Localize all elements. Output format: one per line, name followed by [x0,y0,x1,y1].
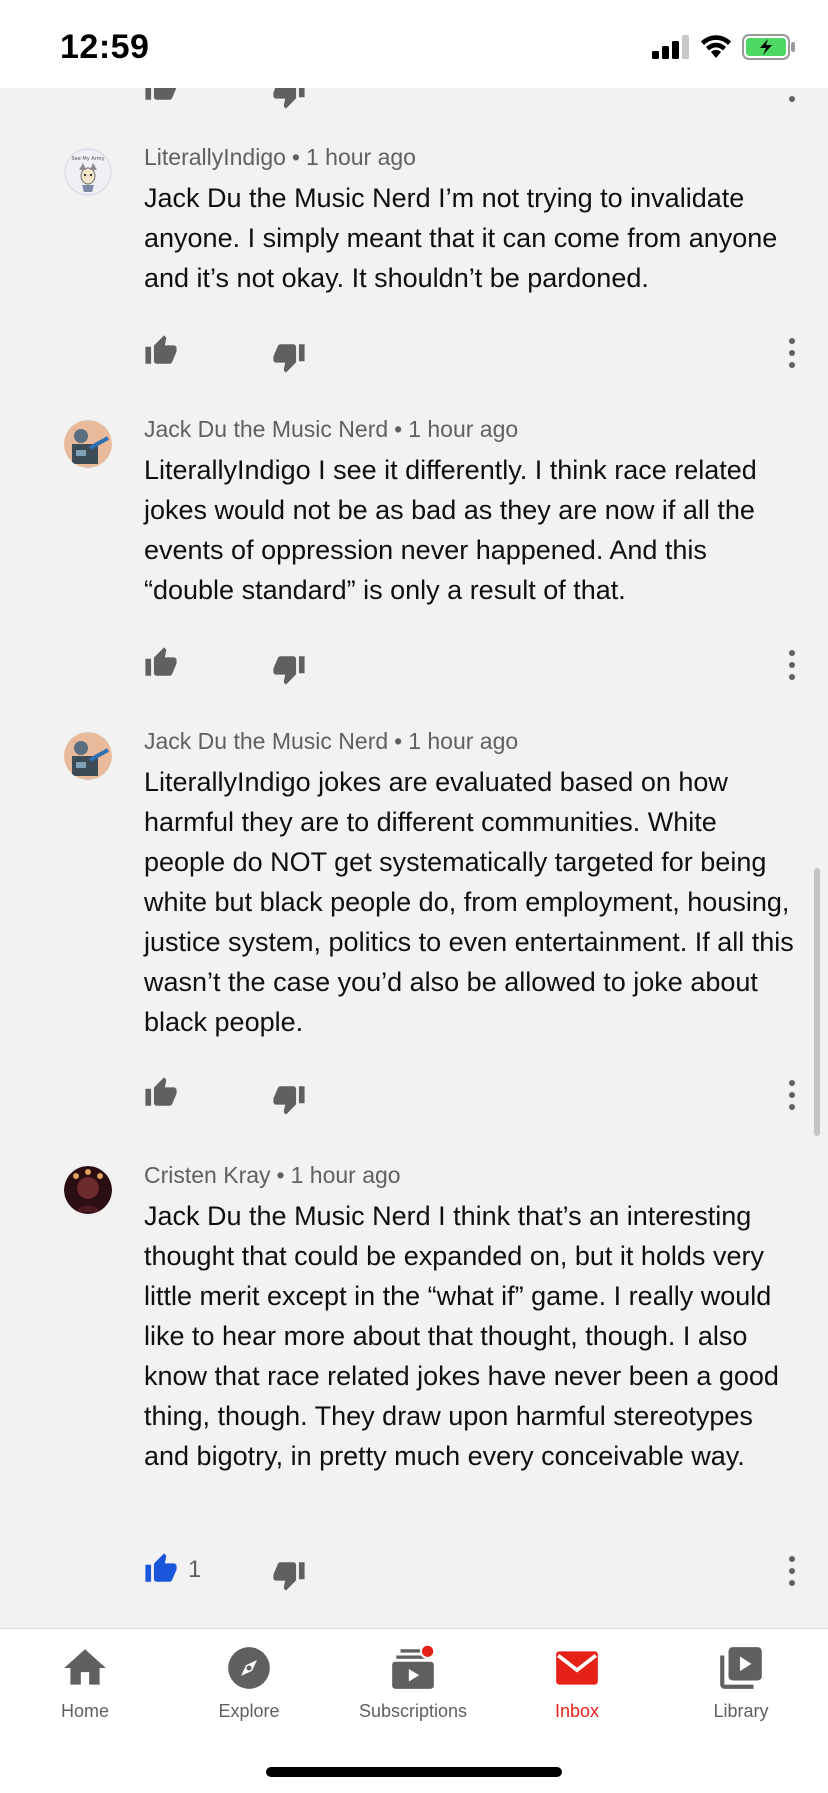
nav-inbox[interactable]: Inbox [502,1643,652,1722]
avatar-image-icon [64,420,112,468]
like-icon[interactable] [144,1076,178,1110]
avatar-image-icon [64,732,112,780]
scrollbar[interactable] [814,868,820,1136]
status-icons [652,34,796,60]
nav-label: Explore [218,1701,280,1721]
like-count: 1 [188,1556,202,1583]
previous-comment-actions [0,88,828,110]
more-options-icon[interactable] [780,88,804,106]
meta-separator: • [394,416,403,442]
comment-author[interactable]: LiterallyIndigo [144,144,286,170]
dislike-icon[interactable] [272,340,306,374]
comment-time: 1 hour ago [408,728,519,754]
avatar[interactable] [64,420,112,468]
comment-meta: LiterallyIndigo • 1 hour ago [144,144,416,171]
comment-meta: Jack Du the Music Nerd • 1 hour ago [144,416,518,443]
comment-actions [0,1076,828,1116]
comment-author[interactable]: Jack Du the Music Nerd [144,728,388,754]
like-icon[interactable] [144,646,178,680]
nav-label: Home [60,1701,109,1721]
home-indicator[interactable] [266,1767,562,1777]
nav-explore[interactable]: Explore [174,1643,324,1722]
avatar[interactable]: See My Army [64,148,112,196]
comment-actions: 1 [0,1552,828,1592]
like-icon[interactable] [144,334,178,368]
library-icon [720,1647,762,1689]
comment-text: LiterallyIndigo jokes are evaluated base… [144,767,794,1037]
nav-label: Subscriptions [358,1701,468,1721]
battery-icon [742,34,795,60]
wifi-icon [701,35,731,58]
dislike-icon[interactable] [272,652,306,686]
more-options-icon[interactable] [780,1554,804,1588]
nav-subscriptions[interactable]: Subscriptions [338,1643,488,1722]
meta-separator: • [276,1162,285,1188]
dislike-icon[interactable] [272,1082,306,1116]
signal-icon [652,35,689,59]
home-icon [64,1649,106,1685]
subscriptions-icon [392,1643,436,1689]
nav-label: Library [713,1701,769,1721]
status-bar: 12:59 [0,0,828,88]
avatar-image-icon: See My Army [64,148,112,196]
comment-meta: Cristen Kray • 1 hour ago [144,1162,401,1189]
avatar[interactable] [64,1166,112,1214]
nav-library[interactable]: Library [666,1643,816,1722]
comment-time: 1 hour ago [408,416,519,442]
more-options-icon[interactable] [780,1078,804,1112]
comment-actions [0,334,828,374]
dislike-icon[interactable] [272,88,306,110]
comment-feed[interactable]: See My Army LiterallyIndigo • 1 hour ago J… [0,88,828,1628]
inbox-mail-icon [556,1651,598,1685]
nav-home[interactable]: Home [10,1643,160,1722]
comment-time: 1 hour ago [290,1162,401,1188]
status-time: 12:59 [60,28,150,66]
meta-separator: • [394,728,403,754]
comment-text: Jack Du the Music Nerd I think that’s an… [144,1201,779,1471]
avatar-image-icon [64,1166,112,1214]
comment-time: 1 hour ago [305,144,416,170]
svg-text:See My Army: See My Army [72,156,105,162]
dislike-icon[interactable] [272,1558,306,1592]
comment-meta: Jack Du the Music Nerd • 1 hour ago [144,728,518,755]
compass-icon [228,1647,270,1689]
like-icon[interactable] [144,88,178,104]
meta-separator: • [291,144,300,170]
comment-author[interactable]: Cristen Kray [144,1162,271,1188]
comment-text: Jack Du the Music Nerd I’m not trying to… [144,183,778,293]
more-options-icon[interactable] [780,648,804,682]
comment-text: LiterallyIndigo I see it differently. I … [144,455,757,605]
comment-actions [0,646,828,686]
avatar[interactable] [64,732,112,780]
more-options-icon[interactable] [780,336,804,370]
nav-label: Inbox [554,1701,600,1721]
like-icon[interactable] [144,1552,178,1586]
comment-author[interactable]: Jack Du the Music Nerd [144,416,388,442]
